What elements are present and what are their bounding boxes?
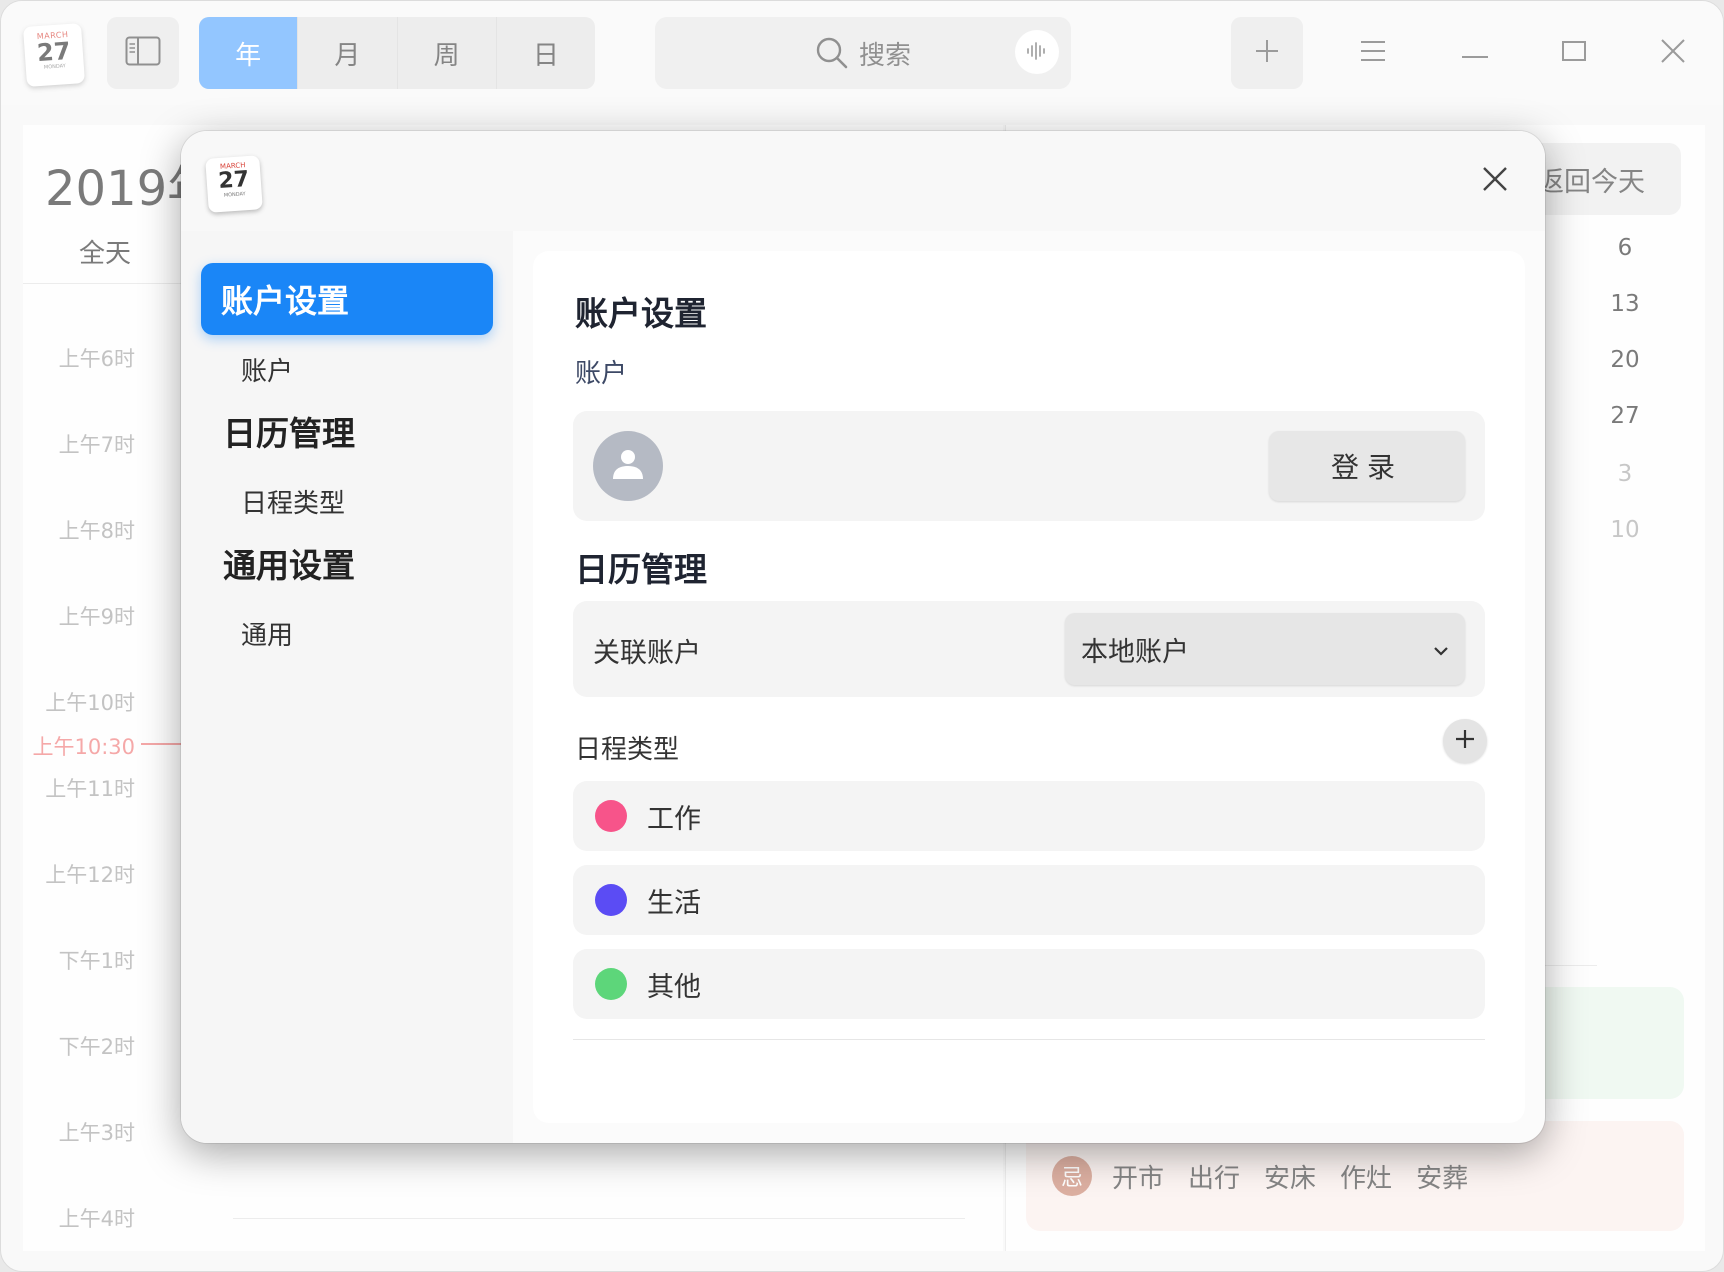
dialog-close-button[interactable] <box>1467 153 1523 209</box>
linked-account-select[interactable]: 本地账户 <box>1065 613 1465 685</box>
nav-item-general[interactable]: 通用 <box>241 615 293 652</box>
color-dot <box>595 800 627 832</box>
nav-item-account-settings[interactable]: 账户设置 <box>201 263 493 335</box>
color-dot <box>595 884 627 916</box>
schedule-type-row[interactable]: 其他 <box>573 949 1485 1019</box>
linked-account-value: 本地账户 <box>1081 636 1189 668</box>
account-row: 登录 <box>573 411 1485 521</box>
account-label: 账户 <box>575 359 628 389</box>
schedule-type-name: 生活 <box>647 887 701 919</box>
linked-account-label: 关联账户 <box>593 638 701 669</box>
linked-account-row: 关联账户 本地账户 <box>573 601 1485 697</box>
calendar-window: MARCH 27 MONDAY 年 月 周 日 搜索 2019年 全天 上午6时… <box>0 0 1724 1272</box>
settings-content: 账户设置 账户 登录 日历管理 关联账户 本地账户 日程类型 工作 生活 其他 <box>533 251 1525 1123</box>
plus-icon <box>1454 728 1476 754</box>
schedule-type-row[interactable]: 工作 <box>573 781 1485 851</box>
nav-item-schedule-type[interactable]: 日程类型 <box>241 483 345 520</box>
schedule-type-row[interactable]: 生活 <box>573 865 1485 935</box>
settings-nav: 账户设置 账户 日历管理 日程类型 通用设置 通用 <box>181 231 513 1143</box>
color-dot <box>595 968 627 1000</box>
schedule-type-name: 其他 <box>647 971 701 1003</box>
close-icon <box>1482 166 1508 196</box>
settings-dialog: MARCH 27 MONDAY 账户设置 账户 日历管理 日程类型 通用设置 通… <box>181 131 1545 1143</box>
dialog-app-icon: MARCH 27 MONDAY <box>205 155 263 213</box>
nav-group-general-settings[interactable]: 通用设置 <box>223 539 355 587</box>
nav-item-account[interactable]: 账户 <box>241 351 293 388</box>
login-button[interactable]: 登录 <box>1269 431 1465 501</box>
nav-group-calendar-management[interactable]: 日历管理 <box>223 407 355 455</box>
dialog-header: MARCH 27 MONDAY <box>181 131 1545 231</box>
schedule-type-label: 日程类型 <box>575 735 680 765</box>
avatar <box>593 431 663 501</box>
calendar-management-title: 日历管理 <box>575 550 707 589</box>
content-divider <box>573 1039 1485 1040</box>
schedule-type-name: 工作 <box>647 803 701 835</box>
account-settings-title: 账户设置 <box>575 294 707 333</box>
chevron-down-icon <box>1431 637 1451 668</box>
add-schedule-type-button[interactable] <box>1443 719 1487 763</box>
user-icon <box>610 446 646 486</box>
